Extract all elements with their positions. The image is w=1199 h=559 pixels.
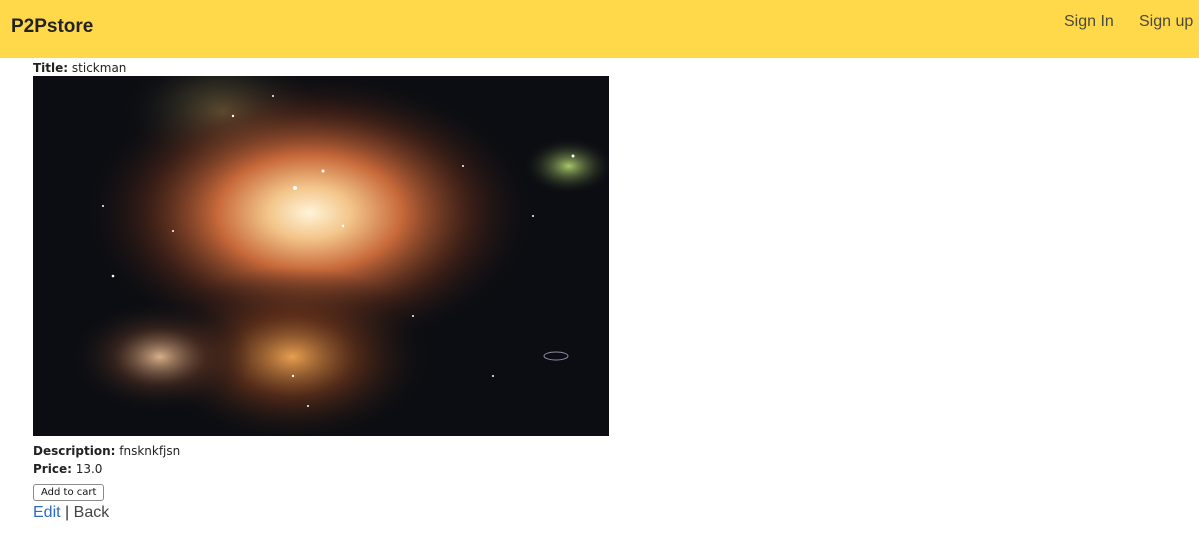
price-row: Price: 13.0: [33, 460, 102, 478]
sign-in-link[interactable]: Sign In: [1064, 13, 1114, 31]
title-value: stickman: [71, 61, 127, 75]
link-separator: |: [65, 504, 70, 521]
edit-link[interactable]: Edit: [33, 504, 61, 521]
title-label: Title:: [33, 61, 69, 75]
price-value: 13.0: [75, 462, 103, 476]
price-label: Price:: [33, 462, 72, 476]
product-image: [33, 76, 609, 436]
description-row: Description: fnsknkfjsn: [33, 442, 180, 460]
top-navbar: P2Pstore Sign In Sign up: [0, 0, 1199, 58]
title-row: Title: stickman: [33, 59, 126, 77]
sign-up-link[interactable]: Sign up: [1139, 13, 1193, 31]
back-link[interactable]: Back: [74, 504, 110, 521]
description-label: Description:: [33, 444, 116, 458]
description-value: fnsknkfjsn: [119, 444, 181, 458]
brand-link[interactable]: P2Pstore: [11, 16, 93, 38]
add-to-cart-button[interactable]: Add to cart: [33, 484, 105, 501]
action-links: Edit | Back: [33, 504, 109, 522]
